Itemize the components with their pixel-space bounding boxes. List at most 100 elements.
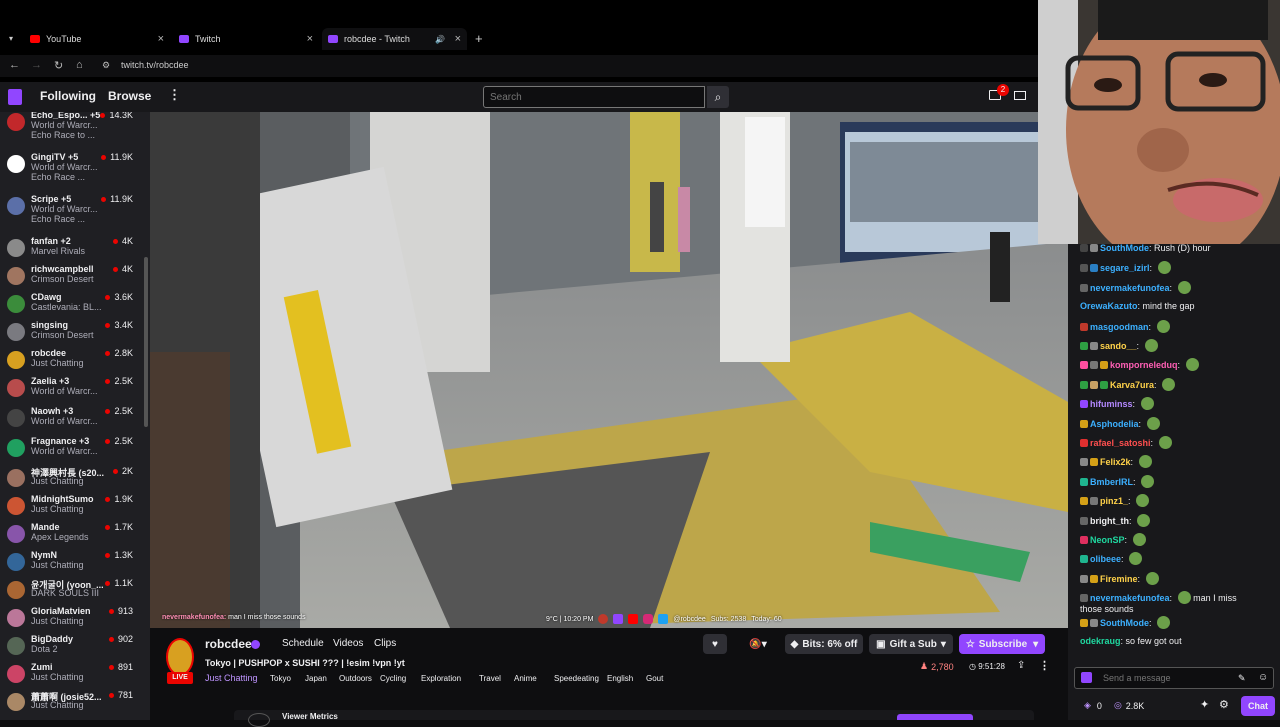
sidebar-channel[interactable]: 神澤興村長 (s20... Just Chatting 2K xyxy=(0,466,150,494)
sidebar-channel[interactable]: 蕭蕭啊 (josie52... Just Chatting 781 xyxy=(0,690,150,718)
url-field[interactable]: twitch.tv/robcdee xyxy=(121,60,189,70)
metrics-action-button[interactable] xyxy=(897,714,973,720)
chat-username[interactable]: SouthMode xyxy=(1100,618,1149,628)
sidebar-channel[interactable]: Echo_Espo... +5 World of Warcr... Echo Rac… xyxy=(0,112,150,140)
chat-username[interactable]: Firemine xyxy=(1100,574,1138,584)
back-icon[interactable]: ← xyxy=(9,59,20,71)
stream-tag[interactable]: Outdoors xyxy=(339,672,372,685)
chat-username[interactable]: nevermakefunofea xyxy=(1090,283,1170,293)
sidebar-channel[interactable]: richwcampbell Crimson Desert 4K xyxy=(0,264,150,292)
channel-name[interactable]: robcdee xyxy=(205,637,252,651)
sidebar-channel[interactable]: GloriaMatvien Just Chatting 913 xyxy=(0,606,150,634)
twitch-logo-icon[interactable] xyxy=(8,89,22,105)
stream-tag[interactable]: Japan xyxy=(305,672,327,685)
bits-button[interactable]: ◆ Bits: 6% off xyxy=(785,634,863,654)
channel-avatar xyxy=(7,693,25,711)
stream-tag[interactable]: Exploration xyxy=(421,672,461,685)
stream-tag[interactable]: English xyxy=(607,672,633,685)
sidebar-channel[interactable]: 윤개굴이 (yoon_... DARK SOULS III 1.1K xyxy=(0,578,150,606)
more-menu-icon[interactable]: ⋮ xyxy=(168,87,181,103)
sidebar-channel[interactable]: Fragnance +3 World of Warcr... 2.5K xyxy=(0,436,150,464)
tab-videos[interactable]: Videos xyxy=(333,638,363,649)
tab-robcdee-active[interactable]: robcdee - Twitch 🔊 × xyxy=(322,28,467,50)
chat-username[interactable]: Asphodelia xyxy=(1090,419,1139,429)
sidebar-channel[interactable]: MidnightSumo Just Chatting 1.9K xyxy=(0,494,150,522)
chat-settings-icon[interactable]: ⚙ xyxy=(1219,698,1229,711)
chat-username[interactable]: sando__ xyxy=(1100,341,1137,351)
chat-username[interactable]: masgoodman xyxy=(1090,322,1149,332)
close-tab-icon[interactable]: × xyxy=(307,33,313,45)
chat-colon: : xyxy=(1129,515,1135,526)
chat-username[interactable]: SouthMode xyxy=(1100,243,1149,253)
browse-link[interactable]: Browse xyxy=(108,89,151,103)
sidebar-channel[interactable]: Mande Apex Legends 1.7K xyxy=(0,522,150,550)
tab-clips[interactable]: Clips xyxy=(374,638,396,649)
tab-twitch[interactable]: Twitch × xyxy=(179,30,319,48)
sidebar-scrollbar[interactable] xyxy=(144,257,148,427)
subscribe-button[interactable]: ☆ Subscribe ▾ xyxy=(959,634,1045,654)
stream-tag[interactable]: Cycling xyxy=(380,672,406,685)
chat-username[interactable]: NeonSP xyxy=(1090,535,1125,545)
chat-send-button[interactable]: Chat xyxy=(1241,696,1275,716)
search-input[interactable] xyxy=(483,86,705,108)
bits-cheer-icon[interactable] xyxy=(1081,672,1092,683)
gift-sub-button[interactable]: ▣ Gift a Sub ▾ xyxy=(869,634,953,654)
chat-username[interactable]: rafael_satoshi xyxy=(1090,438,1151,448)
tab-youtube[interactable]: YouTube × xyxy=(30,30,170,48)
reload-icon[interactable]: ↻ xyxy=(54,59,63,72)
chat-username[interactable]: Felix2k xyxy=(1100,457,1131,467)
emote-picker-icon[interactable]: ✎ xyxy=(1238,673,1246,684)
sidebar-channel[interactable]: Zaelia +3 World of Warcr... 2.5K xyxy=(0,376,150,404)
tab-list-chevron-icon[interactable]: ▾ xyxy=(9,34,13,43)
chat-badge-icon xyxy=(1080,477,1088,486)
streamer-avatar[interactable] xyxy=(166,638,194,676)
following-link[interactable]: Following xyxy=(40,89,96,103)
close-tab-icon[interactable]: × xyxy=(455,33,461,45)
sidebar-channel[interactable]: BigDaddy Dota 2 902 xyxy=(0,634,150,662)
chat-username[interactable]: odekraug xyxy=(1080,636,1121,646)
stream-tag[interactable]: Speedeating xyxy=(554,672,599,685)
home-icon[interactable]: ⌂ xyxy=(76,59,83,71)
chat-username[interactable]: bright_th xyxy=(1090,516,1129,526)
chat-username[interactable]: segare_izirl xyxy=(1100,263,1150,273)
notifications-toggle-button[interactable]: 🔕▾ xyxy=(740,634,776,654)
sidebar-channel[interactable]: Zumi Just Chatting 891 xyxy=(0,662,150,690)
category-link[interactable]: Just Chatting xyxy=(205,673,258,683)
stream-tag[interactable]: Gout xyxy=(646,672,663,685)
share-icon[interactable]: ⇪ xyxy=(1017,660,1025,671)
audio-playing-icon[interactable]: 🔊 xyxy=(435,35,445,44)
search-button[interactable]: ⌕ xyxy=(707,86,729,108)
sidebar-channel[interactable]: Scripe +5 World of Warcr... Echo Race ... 1… xyxy=(0,194,150,224)
sidebar-channel[interactable]: Naowh +3 World of Warcr... 2.5K xyxy=(0,406,150,434)
chat-username[interactable]: pinz1_ xyxy=(1100,496,1128,506)
stream-tag[interactable]: Tokyo xyxy=(270,672,291,685)
follow-heart-button[interactable]: ♥ xyxy=(703,634,727,654)
channel-points[interactable]: ◈ 0 ◎ 2.8K xyxy=(1084,700,1144,711)
prediction-icon[interactable]: ✦ xyxy=(1200,698,1209,711)
chat-username[interactable]: olibeee xyxy=(1090,554,1121,564)
sidebar-channel[interactable]: fanfan +2 Marvel Rivals 4K xyxy=(0,236,150,264)
stream-tag[interactable]: Travel xyxy=(479,672,501,685)
chat-username[interactable]: BmberIRL xyxy=(1090,477,1133,487)
chat-username[interactable]: OrewaKazuto xyxy=(1080,301,1138,311)
chat-username[interactable]: komporneleduq xyxy=(1110,360,1178,370)
sidebar-channel[interactable]: robcdee Just Chatting 2.8K xyxy=(0,348,150,376)
new-tab-button[interactable]: + xyxy=(475,31,483,46)
whispers-icon[interactable] xyxy=(1014,91,1026,100)
video-player[interactable]: nevermakefunofea: man I miss those sound… xyxy=(150,112,1068,628)
points-value: 0 xyxy=(1096,700,1102,711)
sidebar-channel[interactable]: singsing Crimson Desert 3.4K xyxy=(0,320,150,348)
sidebar-channel[interactable]: CDawg Castlevania: BL... 3.6K xyxy=(0,292,150,320)
chat-username[interactable]: nevermakefunofea xyxy=(1090,593,1170,603)
chat-username[interactable]: Karva7ura xyxy=(1110,380,1154,390)
chat-username[interactable]: hifuminss xyxy=(1090,399,1133,409)
forward-icon[interactable]: → xyxy=(31,59,42,71)
site-info-icon[interactable]: ⚙ xyxy=(102,60,110,71)
sidebar-channel[interactable]: GingiTV +5 World of Warcr... Echo Race ...… xyxy=(0,152,150,182)
sidebar-channel[interactable]: NymN Just Chatting 1.3K xyxy=(0,550,150,578)
emote-menu-icon[interactable]: ☺ xyxy=(1258,672,1268,683)
stream-tag[interactable]: Anime xyxy=(514,672,537,685)
more-options-icon[interactable]: ⋮ xyxy=(1039,659,1050,672)
close-tab-icon[interactable]: × xyxy=(158,33,164,45)
tab-schedule[interactable]: Schedule xyxy=(282,638,324,649)
